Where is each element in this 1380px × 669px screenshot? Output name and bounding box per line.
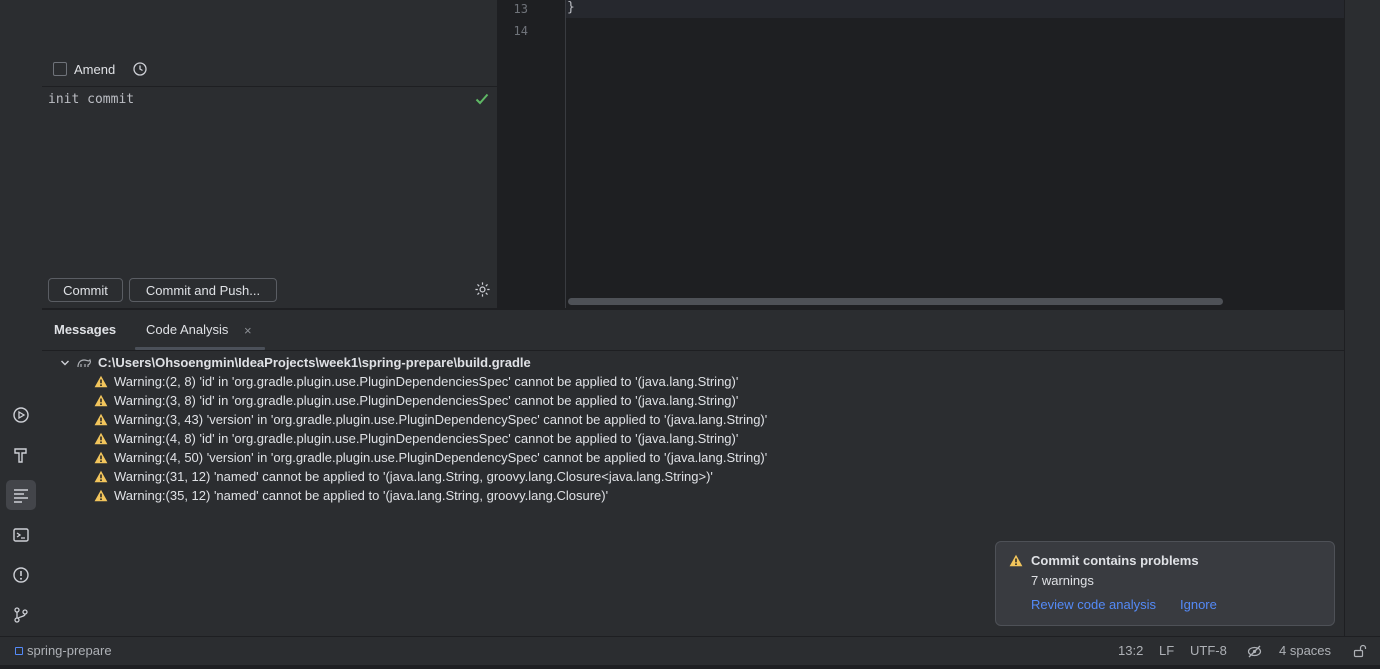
file-path: C:\Users\Ohsoengmin\IdeaProjects\week1\s… — [98, 355, 531, 370]
gradle-file-icon — [77, 358, 91, 367]
warning-row[interactable]: Warning:(4, 50) 'version' in 'org.gradle… — [94, 448, 767, 467]
warning-icon — [94, 394, 108, 407]
warning-icon — [94, 470, 108, 483]
warning-icon — [94, 375, 108, 388]
warning-text: Warning:(31, 12) 'named' cannot be appli… — [114, 469, 713, 484]
git-branch-icon[interactable] — [6, 600, 36, 630]
problems-icon[interactable] — [6, 560, 36, 590]
amend-row: Amend — [53, 60, 148, 78]
terminal-icon[interactable] — [6, 520, 36, 550]
tab-code-analysis[interactable]: Code Analysis — [146, 322, 228, 337]
line-number-gutter: 13 14 — [498, 0, 566, 308]
line-number: 13 — [513, 2, 528, 16]
tab-bar: Messages Code Analysis × — [42, 310, 1344, 351]
status-bar: spring-prepare 13:2 LF UTF-8 4 spaces — [0, 636, 1380, 665]
commit-message-field[interactable]: init commit — [42, 86, 497, 272]
warning-icon — [94, 413, 108, 426]
active-tab-indicator — [135, 347, 265, 350]
file-encoding[interactable]: UTF-8 — [1190, 643, 1227, 658]
unlock-icon[interactable] — [1353, 644, 1367, 658]
module-square-icon — [15, 646, 23, 655]
amend-checkbox[interactable] — [53, 62, 67, 76]
warning-text: Warning:(2, 8) 'id' in 'org.gradle.plugi… — [114, 374, 739, 389]
warning-row[interactable]: Warning:(2, 8) 'id' in 'org.gradle.plugi… — [94, 372, 738, 391]
warning-text: Warning:(3, 8) 'id' in 'org.gradle.plugi… — [114, 393, 739, 408]
review-code-analysis-link[interactable]: Review code analysis — [1031, 597, 1156, 612]
amend-label[interactable]: Amend — [74, 62, 115, 77]
horizontal-scrollbar[interactable] — [568, 298, 1223, 305]
notification-title: Commit contains problems — [1031, 553, 1199, 568]
chevron-down-icon[interactable] — [60, 358, 70, 368]
build-hammer-icon[interactable] — [6, 440, 36, 470]
caret-position[interactable]: 13:2 — [1118, 643, 1143, 658]
line-ending[interactable]: LF — [1159, 643, 1174, 658]
notification-subtitle: 7 warnings — [1031, 573, 1094, 588]
commit-button[interactable]: Commit — [48, 278, 123, 302]
code-editor[interactable]: 13 14 } — [498, 0, 1344, 308]
tree-root-node[interactable]: C:\Users\Ohsoengmin\IdeaProjects\week1\s… — [60, 353, 531, 372]
commit-message-text[interactable]: init commit — [48, 92, 134, 107]
warning-icon — [1009, 554, 1023, 567]
warning-icon — [94, 451, 108, 464]
messages-list-icon[interactable] — [6, 480, 36, 510]
tab-messages[interactable]: Messages — [54, 322, 116, 337]
right-tool-strip — [1344, 0, 1380, 636]
gear-icon[interactable] — [474, 281, 491, 298]
warning-row[interactable]: Warning:(4, 8) 'id' in 'org.gradle.plugi… — [94, 429, 738, 448]
project-name: spring-prepare — [27, 643, 112, 658]
commit-and-push-button[interactable]: Commit and Push... — [129, 278, 277, 302]
check-icon — [475, 93, 489, 105]
history-clock-icon[interactable] — [132, 61, 148, 77]
warning-row[interactable]: Warning:(31, 12) 'named' cannot be appli… — [94, 467, 713, 486]
left-tool-strip — [0, 0, 43, 636]
indent-setting[interactable]: 4 spaces — [1279, 643, 1331, 658]
warning-icon — [94, 489, 108, 502]
project-widget[interactable]: spring-prepare — [15, 643, 112, 658]
warning-text: Warning:(4, 50) 'version' in 'org.gradle… — [114, 450, 768, 465]
commit-problems-notification: Commit contains problems 7 warnings Revi… — [995, 541, 1335, 626]
warning-text: Warning:(35, 12) 'named' cannot be appli… — [114, 488, 609, 503]
warning-icon — [94, 432, 108, 445]
warning-row[interactable]: Warning:(3, 43) 'version' in 'org.gradle… — [94, 410, 767, 429]
close-icon[interactable]: × — [244, 323, 252, 338]
code-line-13: } — [567, 0, 575, 15]
warning-row[interactable]: Warning:(35, 12) 'named' cannot be appli… — [94, 486, 608, 505]
no-inspections-icon[interactable] — [1247, 644, 1262, 659]
services-icon[interactable] — [6, 400, 36, 430]
ignore-link[interactable]: Ignore — [1180, 597, 1217, 612]
warning-row[interactable]: Warning:(3, 8) 'id' in 'org.gradle.plugi… — [94, 391, 738, 410]
warning-text: Warning:(3, 43) 'version' in 'org.gradle… — [114, 412, 768, 427]
warning-text: Warning:(4, 8) 'id' in 'org.gradle.plugi… — [114, 431, 739, 446]
line-number: 14 — [513, 24, 528, 38]
current-line-highlight — [498, 0, 1344, 18]
commit-panel: Amend init commit Commit Commit and Push… — [42, 0, 498, 308]
